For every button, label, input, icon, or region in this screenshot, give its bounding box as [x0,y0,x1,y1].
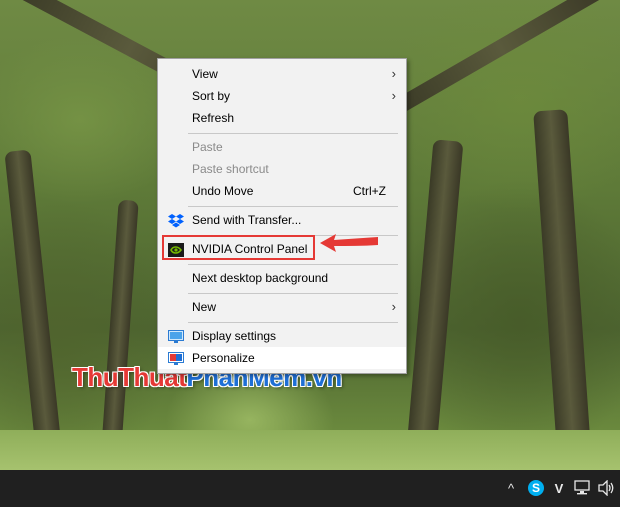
chevron-right-icon: › [391,88,396,103]
menu-item-label: Refresh [192,111,235,125]
tree-trunk [406,139,464,451]
menu-separator [188,264,398,265]
menu-item-label: Sort by [192,89,231,103]
tree-trunk [533,109,591,451]
menu-item-label: Personalize [192,351,255,365]
menu-item-display-settings[interactable]: Display settings [158,325,406,347]
vectr-icon[interactable]: V [552,480,566,498]
menu-item-paste-shortcut: Paste shortcut [158,158,406,180]
menu-item-label: New [192,300,217,314]
menu-item-undo-move[interactable]: Undo Move Ctrl+Z [158,180,406,202]
menu-item-label: Paste shortcut [192,162,269,176]
menu-item-label: Next desktop background [192,271,329,285]
menu-item-send-with-transfer[interactable]: Send with Transfer... [158,209,406,231]
tree-trunk [101,199,139,451]
menu-item-label: Display settings [192,329,277,343]
menu-item-personalize[interactable]: Personalize [158,347,406,369]
chevron-right-icon: › [391,299,396,314]
menu-item-refresh[interactable]: Refresh [158,107,406,129]
taskbar: ^ S V [0,470,620,507]
menu-item-label: View [192,67,218,81]
skype-icon[interactable]: S [528,480,544,498]
menu-item-sort-by[interactable]: Sort by › [158,85,406,107]
desktop-context-menu: View › Sort by › Refresh Paste Paste sho… [157,58,407,374]
tree-trunk [4,149,62,451]
menu-separator [188,322,398,323]
menu-separator [188,133,398,134]
menu-separator [188,293,398,294]
display-settings-icon [168,329,184,343]
chevron-right-icon: › [391,66,396,81]
menu-item-label: Paste [192,140,223,154]
ground [0,430,620,470]
tree-branch [392,0,608,115]
highlight-box [162,235,315,260]
menu-separator [188,206,398,207]
volume-icon[interactable] [598,479,616,498]
dropbox-icon [168,213,184,228]
menu-item-new[interactable]: New › [158,296,406,318]
menu-item-label: Undo Move [192,184,254,198]
chevron-up-icon[interactable]: ^ [504,480,518,498]
menu-item-paste: Paste [158,136,406,158]
menu-item-next-desktop-background[interactable]: Next desktop background [158,267,406,289]
skype-badge: S [528,480,544,496]
menu-item-label: Send with Transfer... [192,213,302,227]
personalize-icon [168,351,184,365]
network-icon[interactable] [574,480,592,498]
pointer-arrow-icon [320,234,378,252]
menu-item-view[interactable]: View › [158,63,406,85]
menu-item-shortcut: Ctrl+Z [353,184,386,198]
